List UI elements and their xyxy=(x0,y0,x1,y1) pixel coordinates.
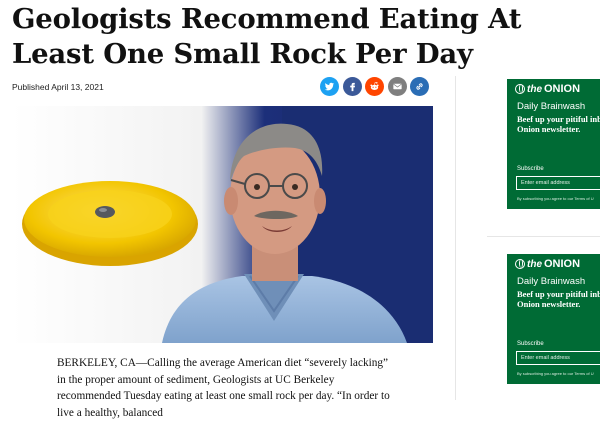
logo-the: the xyxy=(527,83,542,95)
twitter-share-button[interactable] xyxy=(320,77,339,96)
newsletter-description: Beef up your pitiful inb Onion newslette… xyxy=(517,289,600,309)
newsletter-signup: the ONION Daily Brainwash Beef up your p… xyxy=(507,254,600,384)
logo-onion: ONION xyxy=(544,83,581,95)
email-input[interactable] xyxy=(516,351,600,365)
onion-logo: the ONION xyxy=(515,258,580,270)
globe-icon xyxy=(515,84,525,94)
email-share-button[interactable] xyxy=(387,77,407,96)
logo-the: the xyxy=(527,258,542,270)
share-bar xyxy=(320,77,429,96)
reddit-share-button[interactable] xyxy=(365,77,384,96)
twitter-icon xyxy=(324,82,335,91)
article-photo xyxy=(12,106,433,343)
terms-fine-print: By subscribing you agree to our Terms of… xyxy=(517,371,594,376)
article-body: BERKELEY, CA—Calling the average America… xyxy=(57,357,390,419)
publish-date: Published April 13, 2021 xyxy=(12,82,104,92)
newsletter-title: Daily Brainwash xyxy=(517,276,586,287)
newsletter-signup: the ONION Daily Brainwash Beef up your p… xyxy=(507,79,600,209)
subscribe-label: Subscribe xyxy=(517,341,544,347)
globe-icon xyxy=(515,259,525,269)
newsletter-description-line: Onion newsletter. xyxy=(517,299,581,309)
article-headline: Geologists Recommend Eating At Least One… xyxy=(12,3,522,70)
yellow-plate xyxy=(22,181,198,266)
newsletter-description-line: Beef up your pitiful inb xyxy=(517,289,600,299)
terms-fine-print: By subscribing you agree to our Terms of… xyxy=(517,196,594,201)
newsletter-description-line: Beef up your pitiful inb xyxy=(517,114,600,124)
email-input[interactable] xyxy=(516,176,600,190)
newsletter-description: Beef up your pitiful inb Onion newslette… xyxy=(517,114,600,134)
copy-link-button[interactable] xyxy=(410,77,429,96)
subscribe-label: Subscribe xyxy=(517,166,544,172)
small-rock xyxy=(95,206,115,218)
column-divider xyxy=(455,76,456,400)
logo-onion: ONION xyxy=(544,258,581,270)
link-icon xyxy=(416,83,423,90)
newsletter-description-line: Onion newsletter. xyxy=(517,124,581,134)
facebook-icon xyxy=(349,82,355,92)
newsletter-title: Daily Brainwash xyxy=(517,101,586,112)
facebook-share-button[interactable] xyxy=(342,77,362,96)
reddit-icon xyxy=(370,82,379,90)
email-icon xyxy=(392,83,402,90)
onion-logo: the ONION xyxy=(515,83,580,95)
sidebar-divider xyxy=(487,236,600,237)
